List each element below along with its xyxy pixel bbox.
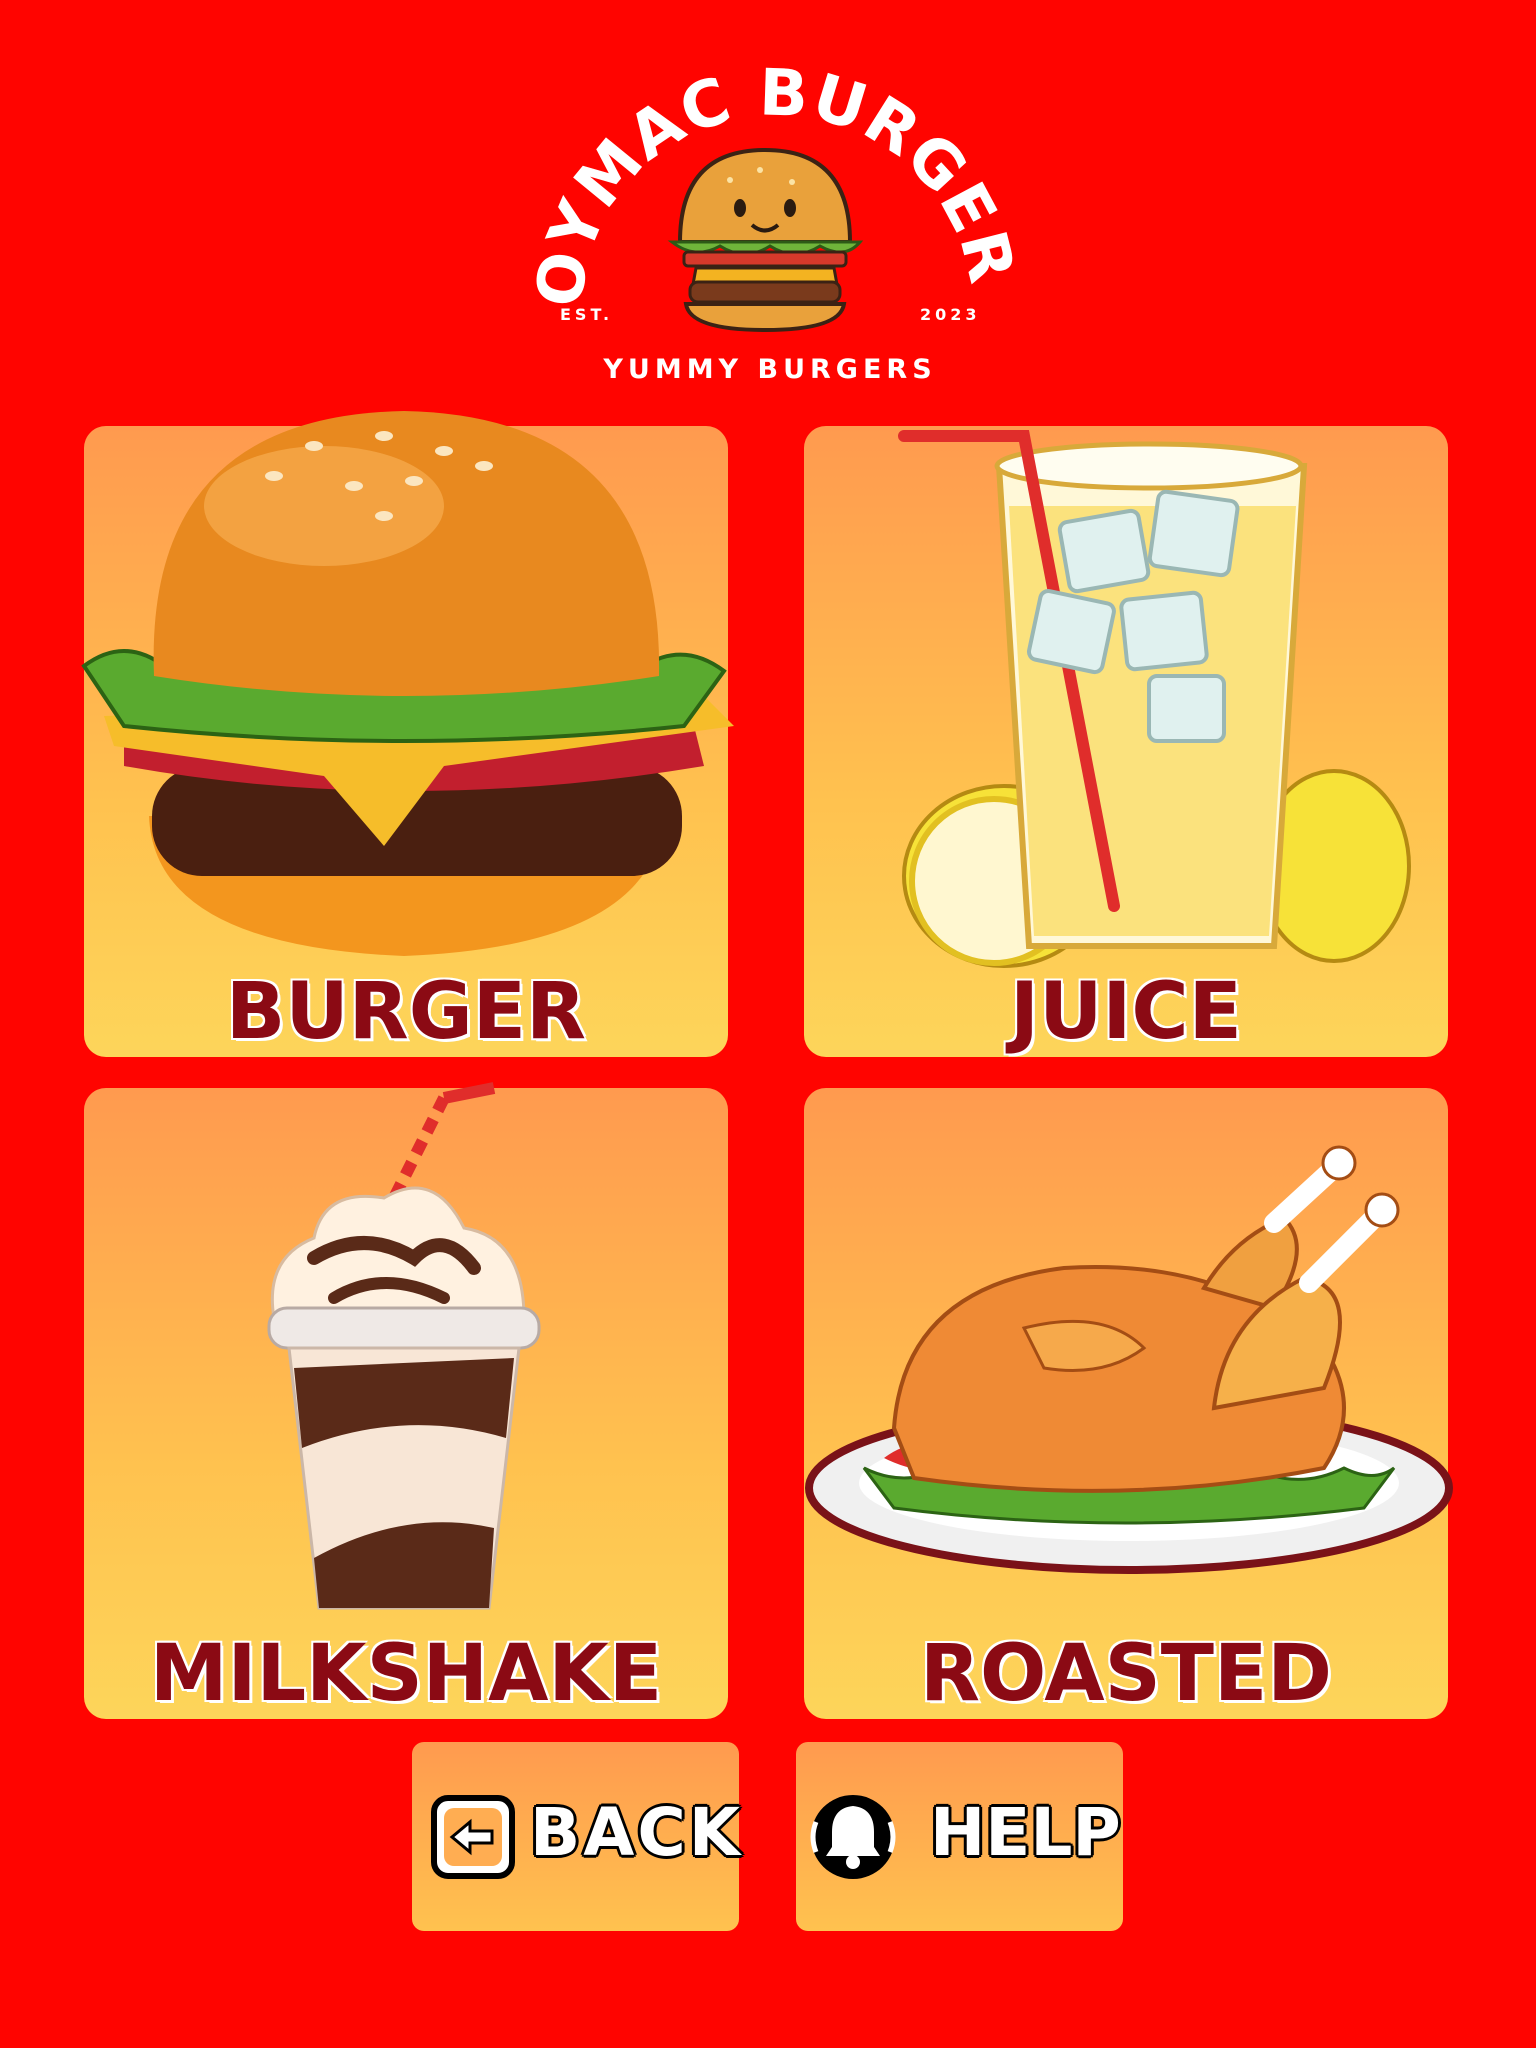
back-button[interactable]: BACK [412,1742,740,1931]
menu-tile-roasted[interactable]: ROASTED [804,1088,1453,1719]
help-button-label: HELP [930,1794,1121,1871]
burger-icon [81,411,734,956]
menu-label-juice: JUICE [1010,967,1242,1057]
menu-label-roasted: ROASTED [919,1629,1333,1719]
juice-icon [898,430,1411,968]
back-button-label: BACK [530,1794,743,1871]
roasted-chicken-icon [805,1145,1453,1574]
menu-tile-burger[interactable]: BURGER [81,411,734,1057]
est-year: 2023 [920,305,981,324]
tagline: YUMMY BURGERS [602,354,936,385]
menu-label-burger: BURGER [225,967,587,1057]
menu-tile-juice[interactable]: JUICE [804,426,1448,1057]
brand-logo: JOYMAC BURGERS EST. 2023 YUMMY BURGERS [520,20,1020,400]
logo-graphic: JOYMAC BURGERS EST. 2023 YUMMY BURGERS [520,20,1020,385]
burger-mascot-icon [667,147,864,333]
menu-tile-milkshake[interactable]: MILKSHAKE [84,1082,728,1719]
bell-icon [810,1795,896,1879]
back-arrow-icon [431,1795,515,1879]
menu-label-milkshake: MILKSHAKE [149,1629,663,1719]
help-button[interactable]: HELP [796,1742,1123,1931]
est-label: EST. [560,305,613,324]
milkshake-icon [267,1082,541,1610]
